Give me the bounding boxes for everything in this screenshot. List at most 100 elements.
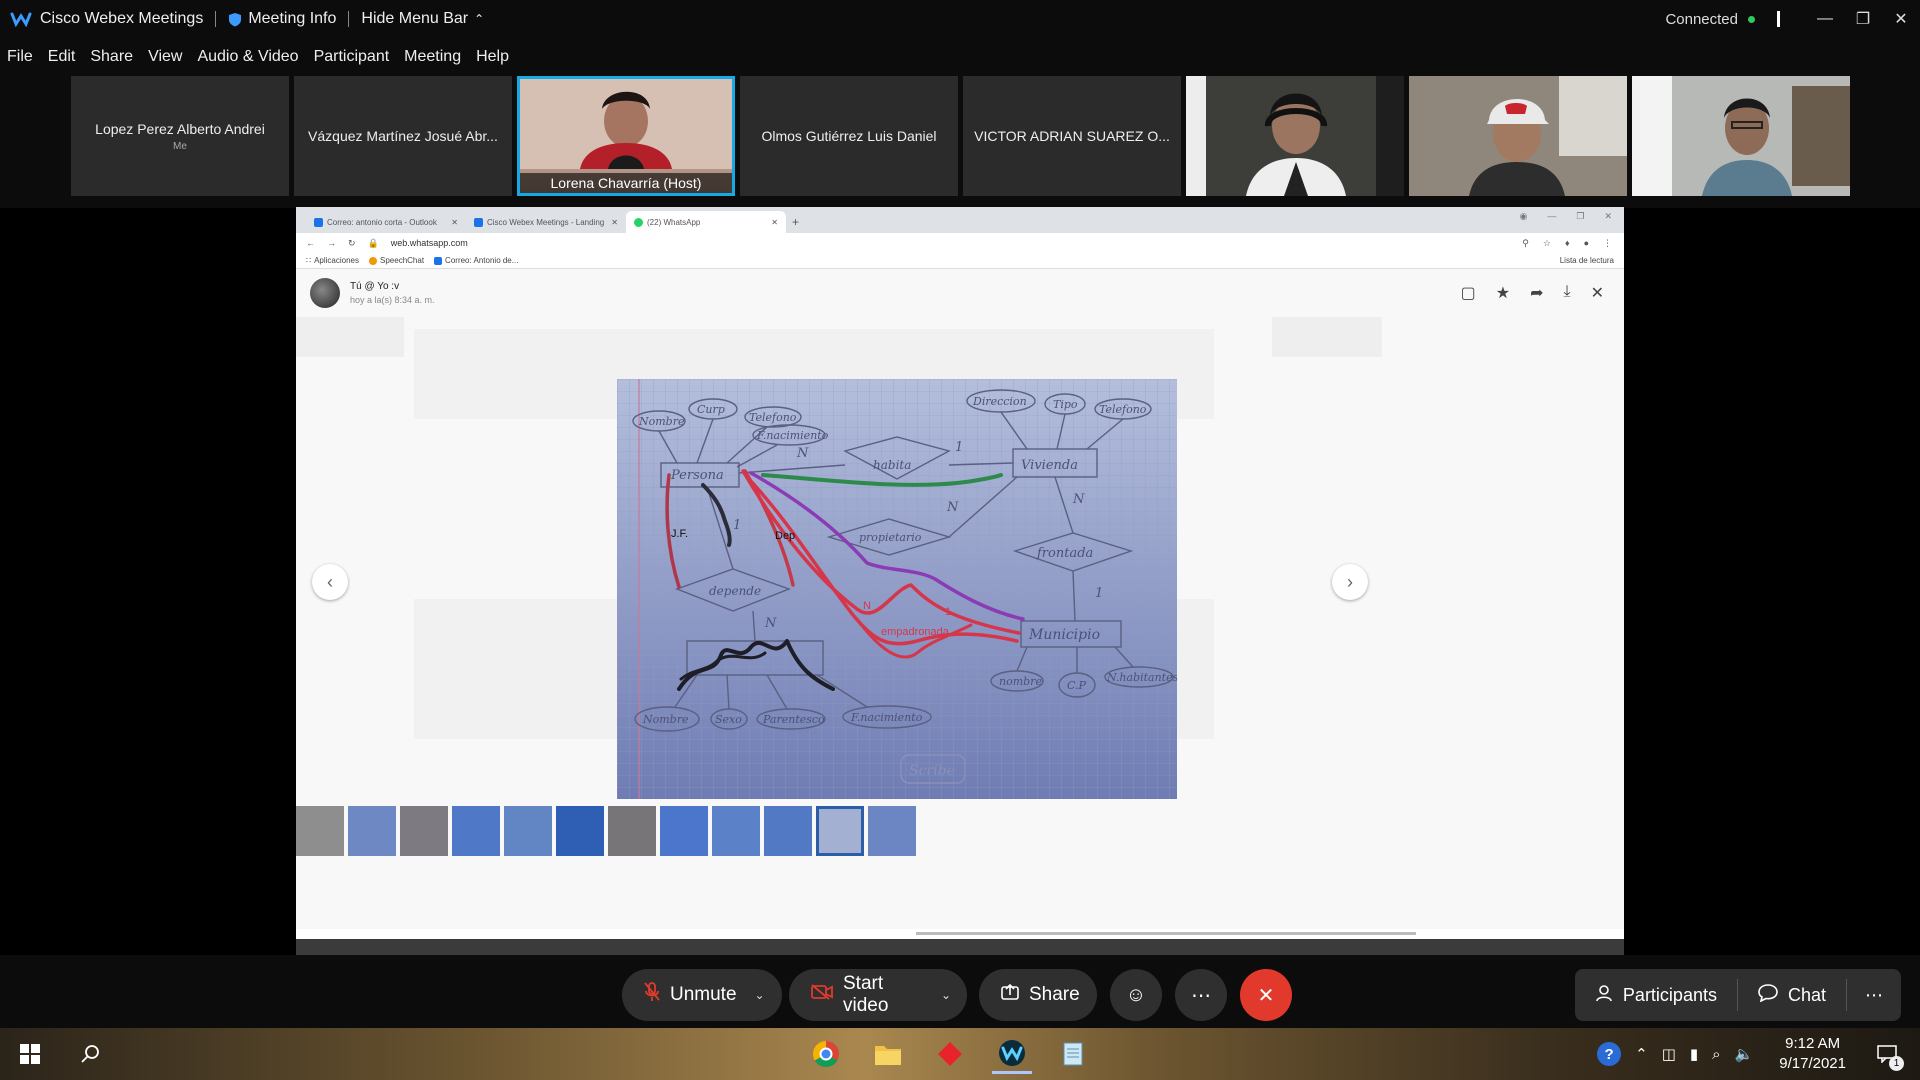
media-thumbnail-selected[interactable] [816,806,864,856]
file-explorer-app[interactable] [868,1034,908,1074]
attr-label: N.habitantes [1106,671,1177,684]
forward-icon[interactable]: ➦ [1530,283,1543,303]
volume-icon[interactable]: 🔈 [1735,1045,1754,1063]
media-thumbnail[interactable] [348,806,396,856]
participant-tile[interactable]: Lopez Perez Alberto Andrei Me [71,76,289,196]
media-thumbnail[interactable] [764,806,812,856]
close-tab-icon[interactable]: ✕ [771,218,778,227]
extensions-icon[interactable]: ♦ [1565,238,1570,249]
url-field[interactable]: web.whatsapp.com [391,238,468,248]
help-icon[interactable]: ? [1597,1042,1622,1066]
previous-media-button[interactable]: ‹ [312,564,348,600]
horizontal-scrollbar[interactable] [916,932,1416,935]
address-bar: ← → ↻ 🔒 web.whatsapp.com ⚲ ☆ ♦ ● ⋮ [296,233,1624,253]
notepad-app[interactable] [1054,1034,1094,1074]
participants-button[interactable]: Participants [1575,969,1737,1021]
star-icon[interactable]: ★ [1496,283,1510,303]
media-thumbnails [296,806,916,856]
unmute-label: Unmute [670,984,737,1005]
download-icon[interactable]: ⤓ [1564,283,1571,303]
chat-button[interactable]: Chat [1738,969,1846,1021]
participant-tile[interactable]: Olmos Gutiérrez Luis Daniel [740,76,958,196]
network-adapter-icon[interactable]: ◫ [1662,1045,1676,1063]
chat-label: Chat [1787,984,1826,1005]
media-thumbnail[interactable] [296,806,344,856]
menu-meeting[interactable]: Meeting [404,48,461,66]
minimize-button[interactable]: — [1806,0,1844,38]
media-thumbnail[interactable] [608,806,656,856]
close-window-button[interactable]: ✕ [1882,0,1920,38]
webex-app[interactable] [992,1034,1032,1074]
participant-tile-host[interactable]: Lorena Chavarría (Host) [517,76,735,196]
browser-tab[interactable]: Correo: antonio corta - Outlook ✕ [306,211,466,233]
chevron-down-icon[interactable]: ⌄ [941,988,951,1002]
share-button[interactable]: Share [979,969,1097,1021]
chevron-down-icon[interactable]: ⌄ [755,988,765,1002]
profile-icon[interactable]: ◉ [1520,211,1528,222]
close-tab-icon[interactable]: ✕ [611,218,618,227]
browser-restore-button[interactable]: ❐ [1576,211,1584,222]
media-thumbnail[interactable] [452,806,500,856]
participant-video-tile[interactable] [1409,76,1627,196]
profile-avatar-icon[interactable]: ● [1584,238,1589,249]
system-clock[interactable]: 9:12 AM 9/17/2021 [1779,1034,1846,1074]
meeting-info-button[interactable]: Meeting Info [228,10,336,28]
close-tab-icon[interactable]: ✕ [451,218,458,227]
reload-icon[interactable]: ↻ [348,238,356,249]
attr-label: Direccion [972,395,1027,408]
notifications-button[interactable]: 1 [1872,1039,1904,1071]
er-diagram: Nombre Curp Telefono F.nacimiento Person… [617,379,1177,799]
more-options-button[interactable]: ⋯ [1175,969,1227,1021]
bookmark-star-icon[interactable]: ☆ [1543,238,1551,249]
menu-audio-video[interactable]: Audio & Video [197,48,298,66]
leave-meeting-button[interactable]: ✕ [1240,969,1292,1021]
bookmark-speechchat[interactable]: SpeechChat [369,256,424,265]
browser-tab-active[interactable]: (22) WhatsApp ✕ [626,211,786,233]
close-icon[interactable]: ✕ [1591,283,1604,303]
bookmark-outlook[interactable]: Correo: Antonio de... [434,256,518,265]
reply-icon[interactable]: ▢ [1461,283,1476,303]
bookmark-apps[interactable]: ∷ Aplicaciones [306,256,359,265]
participant-video-tile[interactable] [1632,76,1850,196]
browser-tab[interactable]: Cisco Webex Meetings - Landing ✕ [466,211,626,233]
participant-tile[interactable]: VICTOR ADRIAN SUAREZ O... [963,76,1181,196]
chrome-app[interactable] [806,1034,846,1074]
more-panels-button[interactable]: ⋯ [1847,969,1901,1021]
menu-share[interactable]: Share [90,48,133,66]
media-thumbnail[interactable] [556,806,604,856]
hide-menu-bar-button[interactable]: Hide Menu Bar ⌃ [361,10,484,28]
battery-icon[interactable]: ▮ [1690,1045,1698,1063]
chevron-up-icon[interactable]: ⌃ [1635,1045,1648,1063]
menu-edit[interactable]: Edit [48,48,76,66]
unmute-button[interactable]: Unmute ⌄ [622,969,782,1021]
zoom-icon[interactable]: ⚲ [1522,238,1529,249]
media-thumbnail[interactable] [504,806,552,856]
red-app[interactable] [930,1034,970,1074]
restore-button[interactable]: ❐ [1844,0,1882,38]
new-tab-button[interactable]: + [792,215,799,233]
menu-help[interactable]: Help [476,48,509,66]
media-thumbnail[interactable] [712,806,760,856]
start-button[interactable] [0,1044,60,1064]
start-video-button[interactable]: Start video ⌄ [789,969,967,1021]
browser-minimize-button[interactable]: — [1547,211,1556,222]
search-button[interactable] [60,1044,120,1064]
browser-menu-icon[interactable]: ⋮ [1603,238,1612,249]
wifi-icon[interactable]: ⌕ [1712,1046,1720,1063]
participant-video-tile[interactable] [1186,76,1404,196]
menu-view[interactable]: View [148,48,182,66]
reactions-button[interactable]: ☺ [1110,969,1162,1021]
browser-close-button[interactable]: ✕ [1604,211,1612,222]
menu-participant[interactable]: Participant [314,48,390,66]
media-thumbnail[interactable] [400,806,448,856]
media-thumbnail[interactable] [660,806,708,856]
media-thumbnail[interactable] [868,806,916,856]
next-media-button[interactable]: › [1332,564,1368,600]
participant-tile[interactable]: Vázquez Martínez Josué Abr... [294,76,512,196]
menu-file[interactable]: File [7,48,33,66]
forward-icon[interactable]: → [327,238,336,248]
avatar [310,278,340,308]
back-icon[interactable]: ← [306,238,315,248]
participant-name: Olmos Gutiérrez Luis Daniel [761,128,937,144]
reading-list[interactable]: Lista de lectura [1560,256,1614,265]
